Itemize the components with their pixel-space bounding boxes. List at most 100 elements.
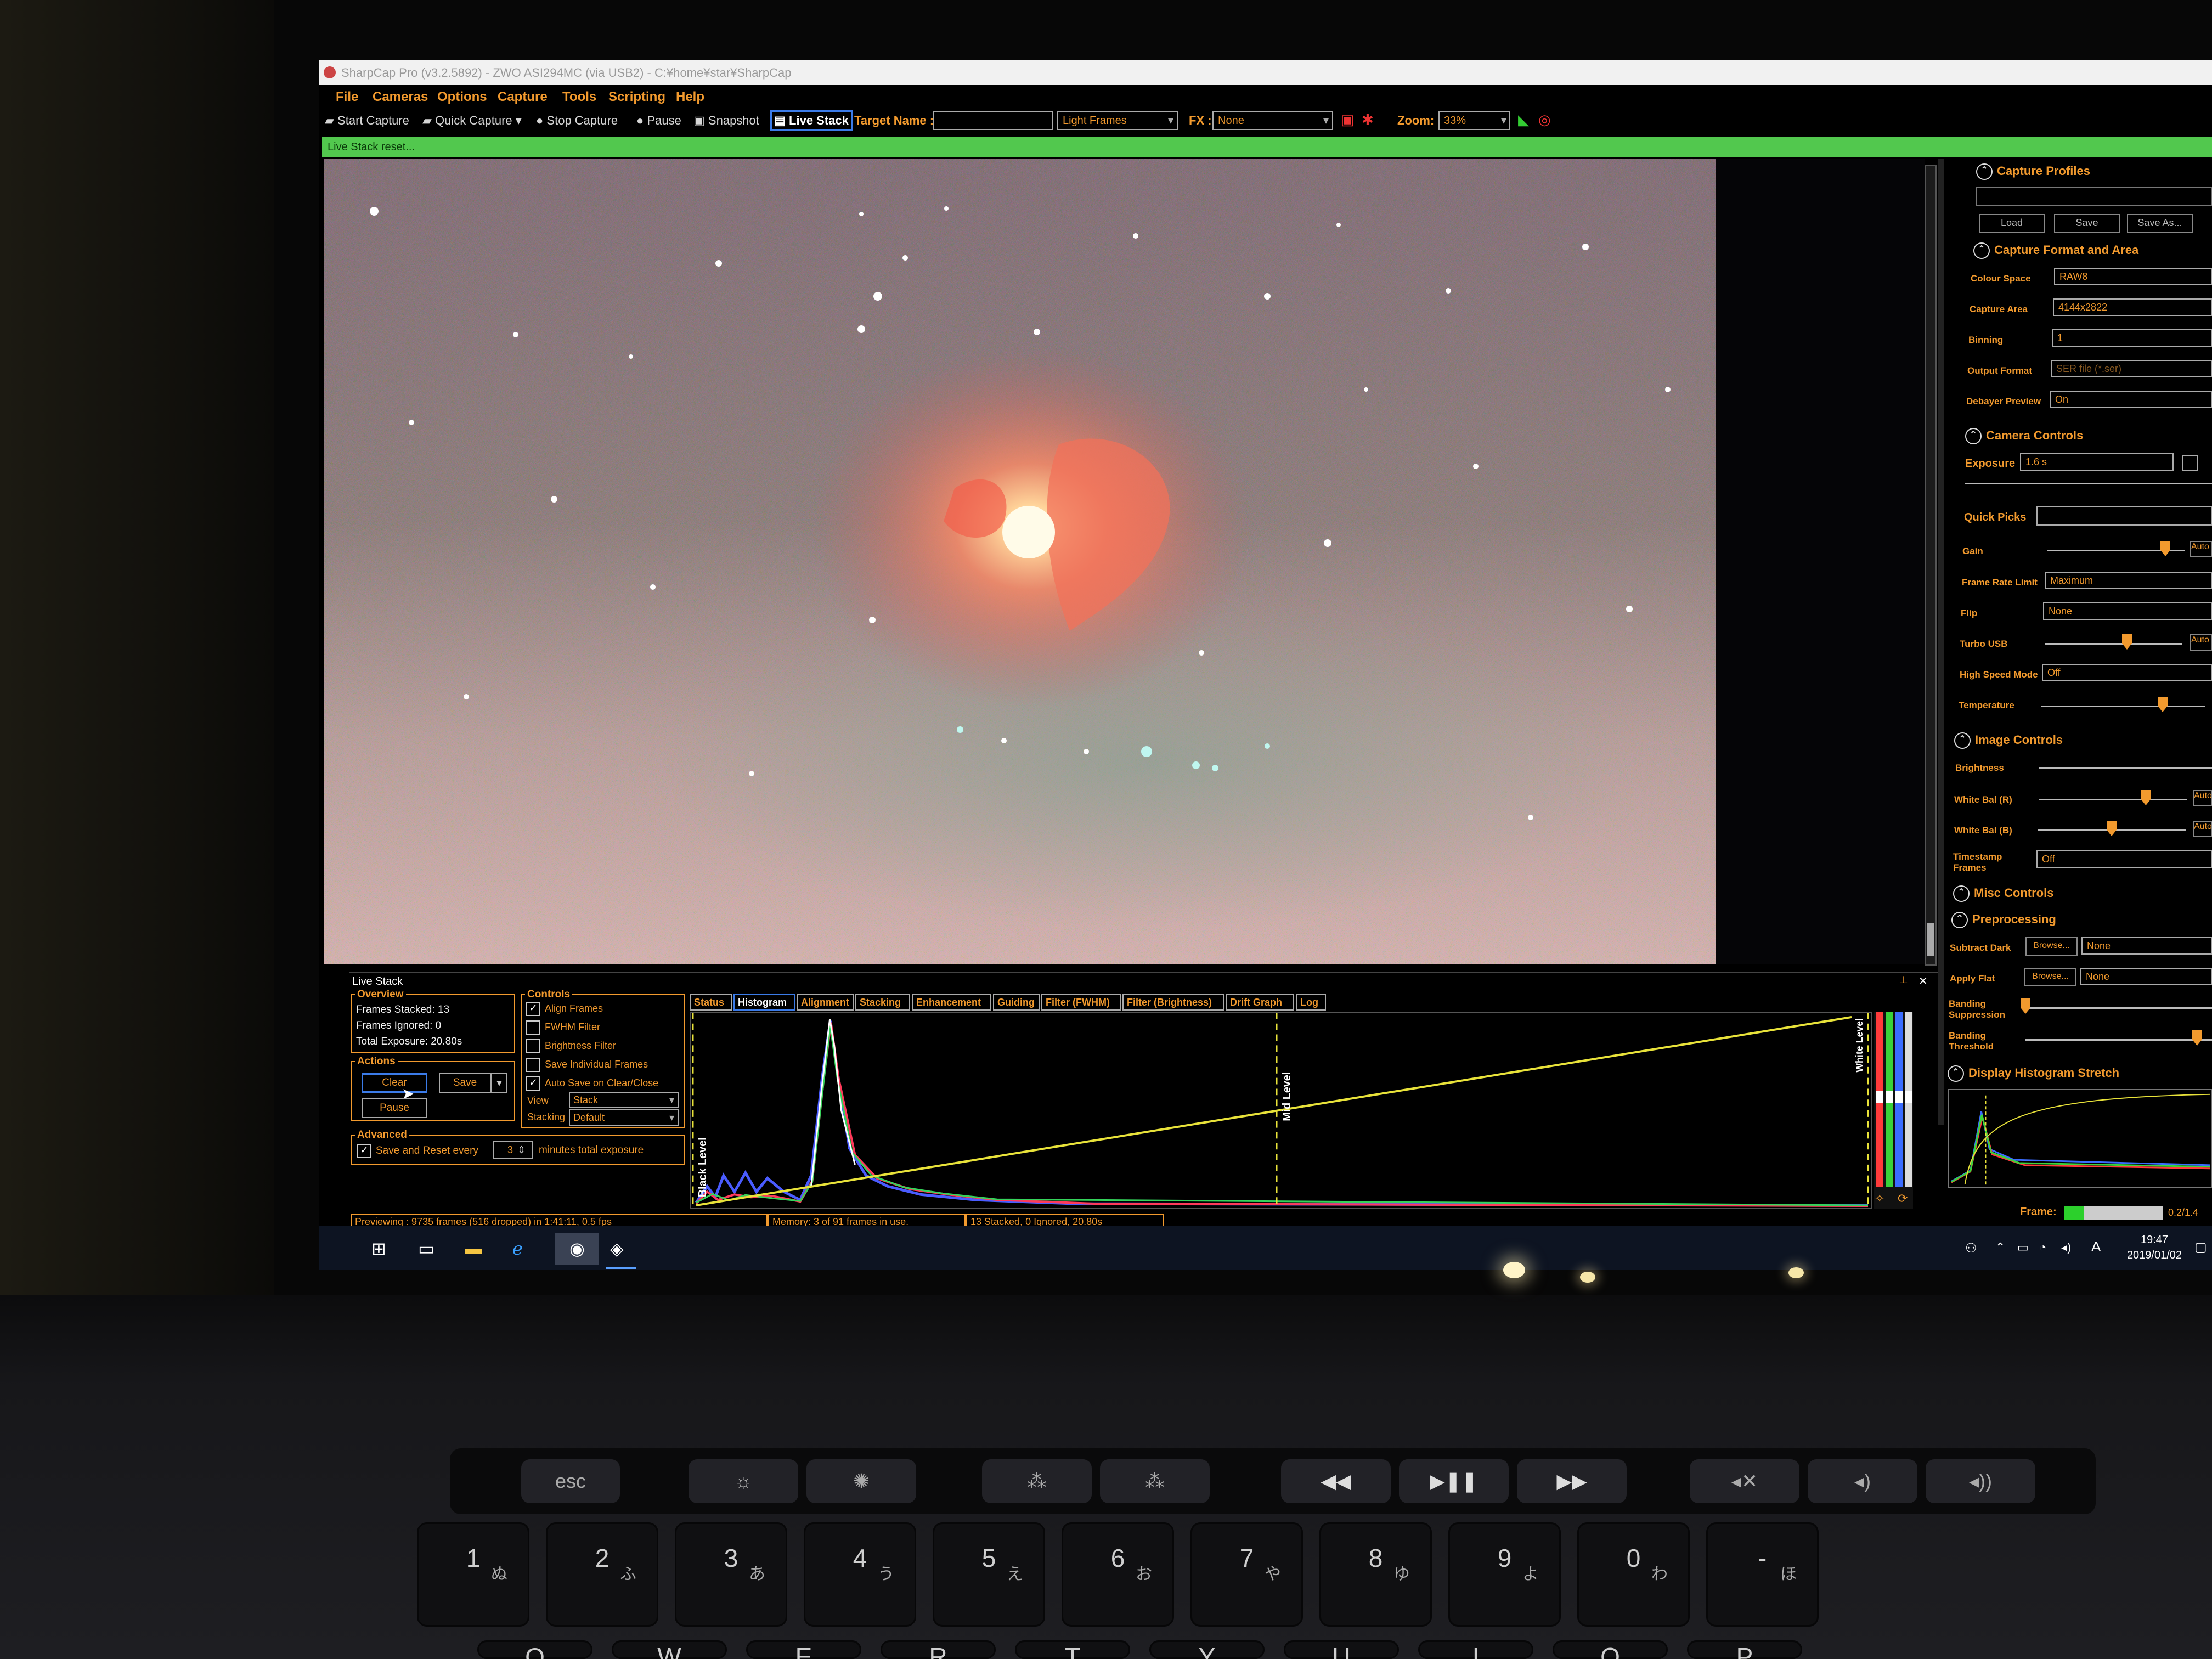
key-o[interactable]: O: [1553, 1640, 1668, 1659]
tab-enhancement[interactable]: Enhancement: [912, 994, 991, 1011]
turbo-auto-checkbox[interactable]: Auto: [2190, 634, 2212, 651]
panel-scrollbar[interactable]: [1938, 159, 1944, 1125]
banding-threshold-knob[interactable]: [2192, 1030, 2202, 1046]
green-level-bar[interactable]: [1886, 1012, 1893, 1187]
keyboard-light-down-icon[interactable]: ⁂: [982, 1459, 1092, 1503]
quick-capture-button[interactable]: ▰ Quick Capture ▾: [422, 114, 522, 128]
quick-picks-select[interactable]: [2036, 506, 2212, 526]
record-icon[interactable]: ▣: [1341, 111, 1355, 128]
save-reset-minutes-input[interactable]: 3 ⇕: [493, 1141, 533, 1159]
key-8[interactable]: 8ゆ: [1319, 1522, 1432, 1627]
live-stack-button[interactable]: ▤ Live Stack: [770, 110, 853, 131]
menu-scripting[interactable]: Scripting: [608, 89, 665, 105]
crosshair-icon[interactable]: ✱: [1362, 111, 1374, 128]
volume-icon[interactable]: ◂): [2061, 1240, 2071, 1255]
subtract-dark-browse-button[interactable]: Browse...: [2025, 937, 2078, 956]
display-histogram-graph[interactable]: [1948, 1089, 2212, 1188]
exposure-lock-toggle[interactable]: [2182, 455, 2198, 471]
lum-level-bar[interactable]: [1905, 1012, 1912, 1187]
brightness-down-icon[interactable]: ☼: [689, 1459, 798, 1503]
key-9[interactable]: 9よ: [1448, 1522, 1561, 1627]
auto-save-checkbox[interactable]: ✓: [526, 1076, 540, 1091]
tab-histogram[interactable]: Histogram: [733, 994, 795, 1011]
save-individual-frames-checkbox[interactable]: [526, 1058, 540, 1072]
rgb-level-bars[interactable]: ✧ ⟳: [1874, 1012, 1913, 1209]
flip-select[interactable]: None: [2043, 602, 2212, 620]
gain-auto-checkbox[interactable]: Auto: [2190, 541, 2212, 557]
mute-icon[interactable]: ◂✕: [1690, 1459, 1799, 1503]
brightness-filter-option[interactable]: Brightness Filter: [526, 1039, 616, 1053]
turbo-usb-slider-knob[interactable]: [2122, 634, 2132, 650]
debayer-preview-select[interactable]: On: [2050, 391, 2212, 408]
key-7[interactable]: 7や: [1190, 1522, 1303, 1627]
banding-suppression-slider[interactable]: [2025, 1007, 2212, 1009]
viewer-vertical-scrollbar[interactable]: [1925, 165, 1937, 966]
tab-stacking[interactable]: Stacking: [855, 994, 910, 1011]
internet-explorer-icon[interactable]: ℯ: [512, 1238, 523, 1259]
capture-area-select[interactable]: 4144x2822: [2053, 298, 2212, 316]
profile-save-button[interactable]: Save: [2054, 214, 2120, 233]
menu-tools[interactable]: Tools: [562, 89, 596, 105]
stacking-select[interactable]: Default ▾: [569, 1109, 679, 1126]
auto-stretch-icon[interactable]: ✧: [1875, 1192, 1884, 1206]
close-icon[interactable]: ✕: [1918, 974, 1928, 988]
notification-icon[interactable]: ▢: [2194, 1239, 2207, 1255]
red-level-bar[interactable]: [1876, 1012, 1883, 1187]
pause-stack-button[interactable]: Pause: [362, 1098, 427, 1118]
key-t[interactable]: T: [1015, 1640, 1130, 1659]
save-button[interactable]: Save: [439, 1073, 491, 1093]
align-frames-option[interactable]: ✓ Align Frames: [526, 1002, 603, 1016]
reset-icon[interactable]: ⟳: [1898, 1192, 1908, 1206]
temperature-slider-knob[interactable]: [2158, 697, 2168, 712]
camera-controls-header[interactable]: ⌃ Camera Controls: [1965, 428, 2083, 444]
tab-status[interactable]: Status: [690, 994, 732, 1011]
align-frames-checkbox[interactable]: ✓: [526, 1002, 540, 1016]
profile-select[interactable]: [1976, 187, 2212, 206]
target-name-input[interactable]: [933, 111, 1053, 130]
binning-select[interactable]: 1: [2052, 329, 2212, 347]
frame-rate-select[interactable]: Maximum: [2045, 572, 2212, 589]
apply-flat-select[interactable]: None: [2080, 968, 2212, 985]
key-e[interactable]: E: [746, 1640, 861, 1659]
misc-controls-header[interactable]: ⌃ Misc Controls: [1953, 885, 2053, 902]
wifi-icon[interactable]: ◔: [2039, 1240, 2046, 1255]
tab-filter-fwhm[interactable]: Filter (FWHM): [1041, 994, 1121, 1011]
brightness-filter-checkbox[interactable]: [526, 1039, 540, 1053]
timestamp-frames-select[interactable]: Off: [2036, 850, 2212, 868]
profile-save-as-button[interactable]: Save As...: [2127, 214, 2193, 233]
brightness-slider[interactable]: [2039, 767, 2212, 769]
capture-profiles-header[interactable]: ⌃ Capture Profiles: [1976, 163, 2090, 180]
spinner-icon[interactable]: ⇕: [517, 1144, 526, 1155]
colour-space-select[interactable]: RAW8: [2054, 268, 2212, 285]
brightness-up-icon[interactable]: ✺: [806, 1459, 916, 1503]
white-bal-r-auto[interactable]: Auto: [2193, 790, 2212, 806]
key-i[interactable]: I: [1418, 1640, 1533, 1659]
key-4[interactable]: 4う: [804, 1522, 916, 1627]
blue-level-bar[interactable]: [1895, 1012, 1903, 1187]
white-bal-r-slider-knob[interactable]: [2141, 790, 2151, 805]
scrollbar-thumb[interactable]: [1927, 923, 1934, 956]
sharpcap-taskbar-icon[interactable]: ◉: [555, 1233, 599, 1265]
live-stack-histogram[interactable]: Black Level Mid Level White Level: [690, 1012, 1872, 1209]
battery-icon[interactable]: ▭: [2017, 1240, 2029, 1255]
tab-guiding[interactable]: Guiding: [993, 994, 1040, 1011]
astro-image-viewer[interactable]: [324, 159, 1716, 964]
zoom-select[interactable]: 33% ▾: [1438, 111, 1510, 130]
tab-filter-brightness[interactable]: Filter (Brightness): [1122, 994, 1224, 1011]
pin-icon[interactable]: ⊥: [1899, 974, 1908, 986]
save-individual-frames-option[interactable]: Save Individual Frames: [526, 1058, 648, 1072]
fwhm-filter-option[interactable]: FWHM Filter: [526, 1020, 600, 1035]
key-2[interactable]: 2ふ: [546, 1522, 658, 1627]
key-6[interactable]: 6お: [1062, 1522, 1174, 1627]
tab-alignment[interactable]: Alignment: [797, 994, 854, 1011]
view-select[interactable]: Stack ▾: [569, 1092, 679, 1108]
save-reset-checkbox[interactable]: ✓: [357, 1144, 371, 1158]
pause-button[interactable]: ● Pause: [636, 114, 681, 128]
banding-threshold-slider[interactable]: [2025, 1039, 2212, 1041]
task-view-icon[interactable]: ▭: [418, 1238, 435, 1259]
key-w[interactable]: W: [612, 1640, 727, 1659]
file-explorer-icon[interactable]: ▬: [465, 1238, 482, 1259]
windows-start-icon[interactable]: ⊞: [371, 1238, 386, 1259]
key--[interactable]: -ほ: [1706, 1522, 1819, 1627]
menu-cameras[interactable]: Cameras: [373, 89, 428, 105]
